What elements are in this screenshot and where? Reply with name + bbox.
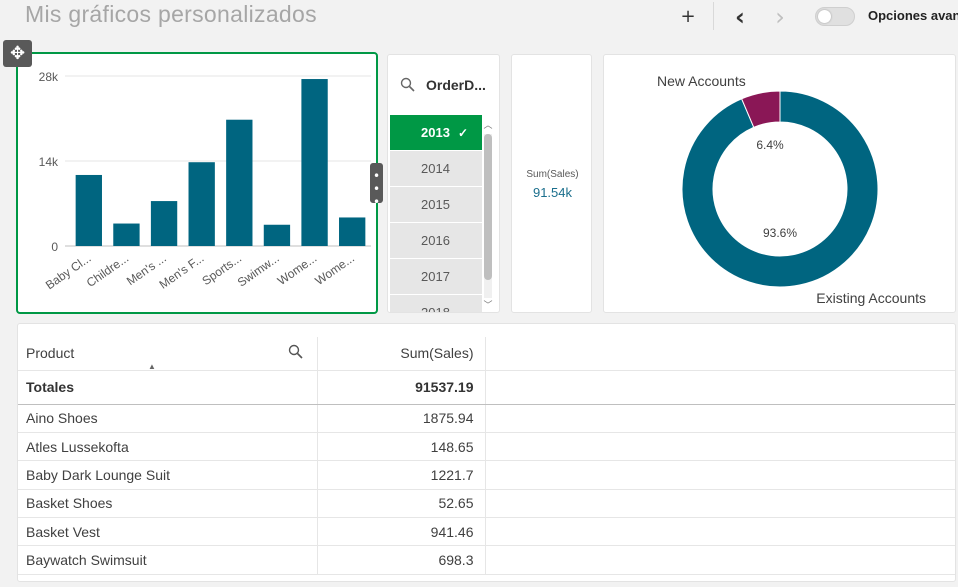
filter-title: OrderD... bbox=[426, 77, 486, 93]
table-row[interactable]: Basket Shoes 52.65 bbox=[18, 489, 955, 519]
sales-table-panel[interactable]: Product ▲ Sum(Sales) Totales 91537.19 Ai… bbox=[17, 323, 956, 582]
bar[interactable] bbox=[188, 162, 215, 246]
product-cell[interactable]: Aino Shoes bbox=[18, 404, 318, 433]
slice-value-label: 93.6% bbox=[763, 226, 797, 240]
kpi-label: Sum(Sales) bbox=[526, 169, 579, 180]
bar[interactable] bbox=[113, 223, 140, 246]
product-cell[interactable]: Basket Vest bbox=[18, 517, 318, 547]
filter-item-2018[interactable]: 2018 bbox=[390, 295, 482, 313]
check-icon: ✓ bbox=[458, 126, 469, 140]
column-header-empty bbox=[485, 337, 955, 371]
resize-handle-icon[interactable]: • • • bbox=[370, 163, 383, 209]
filter-header[interactable]: OrderD... bbox=[388, 55, 499, 115]
y-tick-label: 0 bbox=[51, 240, 58, 254]
donut-chart-panel[interactable]: 93.6% 6.4% Existing Accounts New Accounts bbox=[603, 54, 956, 313]
add-icon[interactable]: + bbox=[675, 6, 701, 28]
table-row[interactable]: Baby Dark Lounge Suit 1221.7 bbox=[18, 460, 955, 490]
filter-scrollbar[interactable]: ︿ ﹀ bbox=[483, 118, 493, 312]
toolbar-divider bbox=[713, 2, 714, 30]
column-header-product-label: Product bbox=[26, 345, 75, 362]
sales-cell: 698.3 bbox=[317, 545, 486, 575]
product-cell[interactable]: Basket Shoes bbox=[18, 489, 318, 519]
sheet-title: Mis gráficos personalizados bbox=[25, 1, 317, 27]
x-tick-label: Wome... bbox=[312, 251, 356, 288]
sort-ascending-icon[interactable]: ▲ bbox=[148, 362, 156, 371]
filter-item-2014[interactable]: 2014 bbox=[390, 151, 482, 187]
x-tick-label: Baby Cl... bbox=[43, 251, 94, 292]
sales-cell: 148.65 bbox=[317, 432, 486, 462]
filter-item-label: 2017 bbox=[421, 269, 450, 284]
slice-value-label: 6.4% bbox=[756, 138, 784, 152]
slice-category-label: New Accounts bbox=[657, 73, 746, 89]
filter-item-2016[interactable]: 2016 bbox=[390, 223, 482, 259]
filter-item-2013[interactable]: 2013 ✓ bbox=[390, 115, 482, 151]
totals-row: Totales 91537.19 bbox=[18, 370, 955, 405]
filter-item-label: 2018 bbox=[421, 305, 450, 313]
bar[interactable] bbox=[75, 174, 102, 246]
filter-item-label: 2015 bbox=[421, 197, 450, 212]
scroll-up-icon[interactable]: ︿ bbox=[483, 118, 493, 131]
column-header-product[interactable]: Product ▲ bbox=[18, 337, 318, 371]
product-cell[interactable]: Baby Dark Lounge Suit bbox=[18, 460, 318, 490]
bar[interactable] bbox=[301, 79, 328, 247]
y-tick-label: 28k bbox=[39, 70, 59, 84]
filter-item-label: 2016 bbox=[421, 233, 450, 248]
table-row[interactable]: Basket Vest 941.46 bbox=[18, 517, 955, 547]
bar-chart: 014k28kBaby Cl...Childre...Men's ...Men'… bbox=[39, 70, 371, 292]
scroll-down-icon[interactable]: ﹀ bbox=[483, 298, 493, 311]
sales-cell: 1875.94 bbox=[317, 404, 486, 433]
y-tick-label: 14k bbox=[39, 155, 59, 169]
toggle-knob bbox=[818, 10, 831, 23]
totals-value: 91537.19 bbox=[317, 370, 486, 405]
column-search-icon[interactable] bbox=[288, 344, 304, 364]
table-row[interactable]: Atles Lussekofta 148.65 bbox=[18, 432, 955, 462]
table-header-row: Product ▲ Sum(Sales) bbox=[18, 337, 955, 371]
filter-item-label: 2013 bbox=[421, 125, 450, 140]
donut-chart: 93.6% 6.4% Existing Accounts New Accounts bbox=[657, 73, 926, 306]
bar[interactable] bbox=[263, 224, 291, 246]
top-bar: Mis gráficos personalizados + ‹ › Opcion… bbox=[0, 0, 958, 36]
sales-table: Product ▲ Sum(Sales) Totales 91537.19 Ai… bbox=[18, 324, 955, 575]
advanced-options-label: Opciones avan bbox=[868, 8, 958, 23]
bar[interactable] bbox=[226, 119, 253, 246]
filter-item-2015[interactable]: 2015 bbox=[390, 187, 482, 223]
filter-item-label: 2014 bbox=[421, 161, 450, 176]
x-tick-label: Childre... bbox=[84, 251, 131, 290]
kpi-value: 91.54k bbox=[532, 185, 573, 200]
scroll-thumb[interactable] bbox=[484, 134, 492, 280]
orderdate-filter-pane[interactable]: OrderD... 2013 ✓ 2014 2015 2016 2017 2018 ︿ ﹀ bbox=[387, 54, 500, 313]
totals-label: Totales bbox=[18, 370, 318, 405]
sales-cell: 941.46 bbox=[317, 517, 486, 547]
back-icon[interactable]: ‹ bbox=[727, 5, 753, 29]
sales-cell: 52.65 bbox=[317, 489, 486, 519]
forward-icon[interactable]: › bbox=[767, 5, 793, 29]
bar[interactable] bbox=[150, 201, 178, 246]
sales-cell: 1221.7 bbox=[317, 460, 486, 490]
product-cell[interactable]: Atles Lussekofta bbox=[18, 432, 318, 462]
slice-category-label: Existing Accounts bbox=[816, 290, 926, 306]
filter-list: 2013 ✓ 2014 2015 2016 2017 2018 bbox=[390, 115, 482, 313]
advanced-options-toggle[interactable] bbox=[815, 7, 855, 26]
x-tick-label: Swimw... bbox=[235, 251, 282, 290]
search-icon[interactable] bbox=[400, 77, 416, 97]
column-header-sales[interactable]: Sum(Sales) bbox=[317, 337, 486, 371]
x-tick-label: Wome... bbox=[275, 251, 319, 288]
product-cell[interactable]: Baywatch Swimsuit bbox=[18, 545, 318, 575]
table-row[interactable]: Baywatch Swimsuit 698.3 bbox=[18, 545, 955, 575]
bar[interactable] bbox=[339, 217, 366, 246]
table-top-spacer bbox=[18, 324, 955, 337]
kpi-panel[interactable]: Sum(Sales) 91.54k bbox=[511, 54, 592, 313]
table-row[interactable]: Aino Shoes 1875.94 bbox=[18, 404, 955, 433]
bar-chart-panel[interactable]: 0 14k 28k Baby Cl... Childre... Men's ... Men'… bbox=[16, 52, 378, 314]
filter-item-2017[interactable]: 2017 bbox=[390, 259, 482, 295]
move-icon[interactable]: ✥ bbox=[3, 40, 32, 67]
